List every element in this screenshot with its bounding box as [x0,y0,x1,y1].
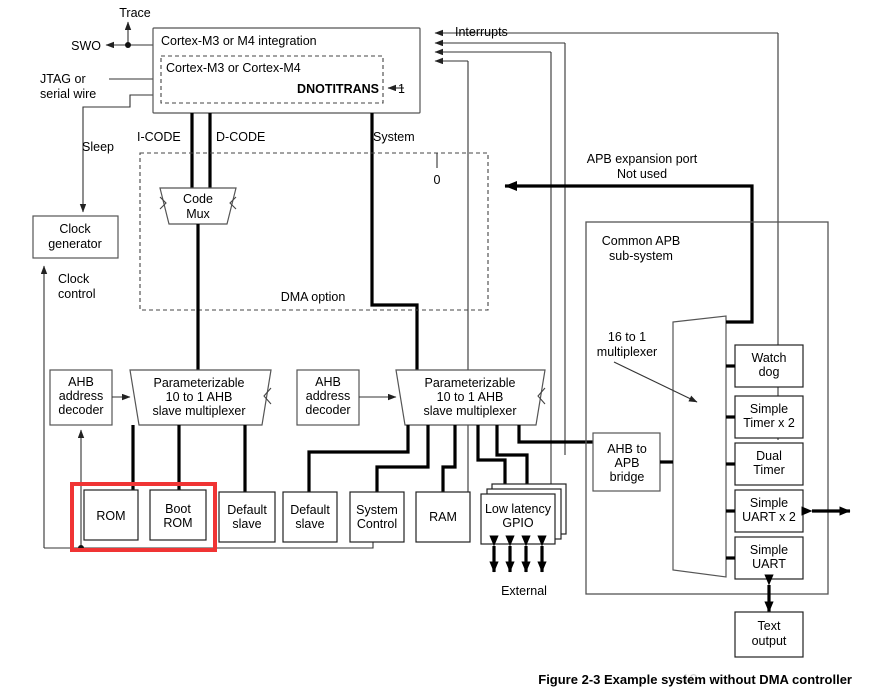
dual-timer-line2: Timer [753,463,784,477]
decoder1-line1: AHB [68,375,94,389]
default-slave-2-line2: slave [295,517,324,531]
constant-zero-label: 0 [434,173,441,187]
watchdog-line2: dog [759,365,780,379]
system-block-diagram: Trace SWO JTAG or serial wire Sleep Cort… [0,0,886,700]
gpio-line2: GPIO [502,516,534,530]
boot-rom-label-line2: ROM [163,516,192,530]
apb-expansion-label-line1: APB expansion port [587,152,698,166]
clock-control-label-line1: Clock [58,272,90,286]
decoder1-line2: address [59,389,103,403]
decoder2-line2: address [306,389,350,403]
mux2-line2: 10 to 1 AHB [437,390,504,404]
apb-mux-label-line2: multiplexer [597,345,657,359]
watchdog-line1: Watch [752,351,787,365]
simple-uart-line1: Simple [750,543,788,557]
dnotitrans-label: DNOTITRANS [297,82,379,96]
system-control-line1: System [356,503,398,517]
default-slave-1-line2: slave [232,517,261,531]
simple-uart-line2: UART [752,557,786,571]
dcode-label: D-CODE [216,130,265,144]
figure-caption: Figure 2-3 Example system without DMA co… [538,672,852,687]
constant-one-label: 1 [398,82,405,96]
external-label: External [501,584,547,598]
icode-label: I-CODE [137,130,181,144]
apb-16-to-1-multiplexer [672,315,727,578]
apb-mux-label-line1: 16 to 1 [608,330,646,344]
boot-rom-label-line1: Boot [165,502,191,516]
code-mux-label-line1: Code [183,192,213,206]
gpio-line1: Low latency [485,502,552,516]
text-output-line2: output [752,634,787,648]
jtag-label-line2: serial wire [40,87,96,101]
block-diagram-figure: Trace SWO JTAG or serial wire Sleep Cort… [0,0,886,700]
interrupts-label: Interrupts [455,25,508,39]
ram-line1: RAM [429,510,457,524]
cortex-integration-label: Cortex-M3 or M4 integration [161,34,317,48]
sleep-label: Sleep [82,140,114,154]
simple-timer-line1: Simple [750,402,788,416]
bridge-line1: AHB to [607,442,647,456]
mux1-line2: 10 to 1 AHB [166,390,233,404]
trace-label: Trace [119,6,151,20]
text-output-line1: Text [758,619,781,633]
clock-generator-label-line2: generator [48,237,102,251]
swo-label: SWO [71,39,101,53]
apb-expansion-label-line2: Not used [617,167,667,181]
jtag-label-line1: JTAG or [40,72,86,86]
simple-timer-line2: Timer x 2 [743,416,795,430]
bridge-line2: APB [614,456,639,470]
default-slave-2-line1: Default [290,503,330,517]
clock-control-label-line2: control [58,287,96,301]
decoder1-line3: decoder [58,403,103,417]
cortex-core-label: Cortex-M3 or Cortex-M4 [166,61,301,75]
dma-option-label: DMA option [281,290,346,304]
decoder2-line1: AHB [315,375,341,389]
apb-subsystem-title-line1: Common APB [602,234,681,248]
decoder2-line3: decoder [305,403,350,417]
bridge-line3: bridge [610,470,645,484]
mux1-line3: slave multiplexer [152,404,245,418]
apb-subsystem-title-line2: sub-system [609,249,673,263]
simple-uart-x2-line1: Simple [750,496,788,510]
mux2-line3: slave multiplexer [423,404,516,418]
default-slave-1-line1: Default [227,503,267,517]
mux1-line1: Parameterizable [153,376,244,390]
mux2-line1: Parameterizable [424,376,515,390]
dual-timer-line1: Dual [756,449,782,463]
clock-generator-label-line1: Clock [59,222,91,236]
code-mux-label-line2: Mux [186,207,210,221]
system-control-line2: Control [357,517,397,531]
rom-label-line1: ROM [96,509,125,523]
system-label: System [373,130,415,144]
simple-uart-x2-line2: UART x 2 [742,510,796,524]
